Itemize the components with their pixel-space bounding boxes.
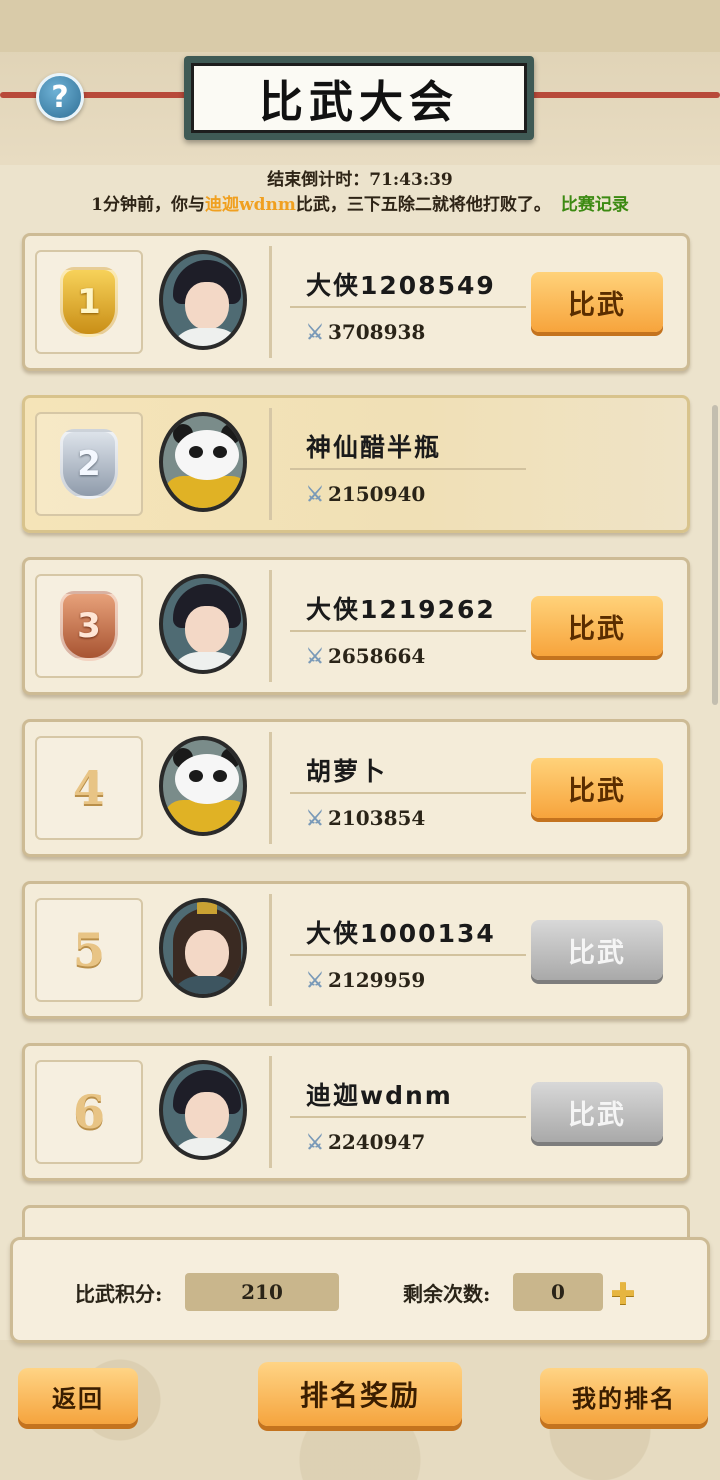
silver-medal-icon: 2 — [60, 429, 118, 499]
power-value: 2150940 — [327, 482, 426, 506]
combat-power: ⚔ 3708938 — [306, 320, 425, 344]
power-value: 2658664 — [327, 644, 426, 668]
challenge-button-disabled[interactable]: 比武 — [531, 1082, 663, 1142]
challenge-button[interactable]: 比武 — [531, 596, 663, 656]
player-card-self: 2 神仙醋半瓶 ⚔ 2150940 — [22, 395, 690, 533]
scrollbar[interactable] — [712, 405, 718, 705]
rank-reward-button[interactable]: 排名奖励 — [258, 1362, 462, 1426]
combat-power: ⚔ 2103854 — [306, 806, 425, 830]
crossed-swords-icon: ⚔ — [306, 968, 324, 992]
crossed-swords-icon: ⚔ — [306, 806, 324, 830]
gold-medal-icon: 1 — [60, 267, 118, 337]
header-band — [0, 0, 720, 52]
player-card: 4 胡萝卜 ⚔ 2103854 比武 — [22, 719, 690, 857]
crossed-swords-icon: ⚔ — [306, 482, 324, 506]
battle-notice: 1分钟前，你与迪迦wdnm比武，三下五除二就将他打败了。 比赛记录 — [0, 190, 720, 215]
power-value: 2129959 — [327, 968, 426, 992]
remaining-value: 0 — [513, 1273, 603, 1311]
stats-panel: 比武积分: 210 剩余次数: 0 ✚ — [10, 1237, 710, 1343]
divider — [290, 792, 526, 794]
rank-box: 6 — [35, 1060, 143, 1164]
avatar[interactable] — [159, 574, 247, 674]
combat-power: ⚔ 2129959 — [306, 968, 425, 992]
rank-number: 2 — [77, 444, 101, 484]
divider — [290, 954, 526, 956]
avatar[interactable] — [159, 1060, 247, 1160]
notice-prefix: 1分钟前，你与 — [91, 195, 205, 215]
power-value: 2103854 — [327, 806, 426, 830]
score-value: 210 — [185, 1273, 339, 1311]
divider — [290, 468, 526, 470]
rank-box: 5 — [35, 898, 143, 1002]
my-rank-button[interactable]: 我的排名 — [540, 1368, 708, 1424]
rank-box: 2 — [35, 412, 143, 516]
player-name: 胡萝卜 — [306, 757, 388, 786]
back-button[interactable]: 返回 — [18, 1368, 138, 1424]
help-button[interactable]: ? — [36, 73, 84, 121]
divider — [290, 306, 526, 308]
challenge-button[interactable]: 比武 — [531, 272, 663, 332]
rope-left — [0, 92, 200, 98]
divider — [290, 1116, 526, 1118]
divider — [290, 630, 526, 632]
rope-right — [520, 92, 720, 98]
crossed-swords-icon: ⚔ — [306, 1130, 324, 1154]
rank-box: 1 — [35, 250, 143, 354]
match-record-link[interactable]: 比赛记录 — [561, 195, 629, 215]
crossed-swords-icon: ⚔ — [306, 644, 324, 668]
crossed-swords-icon: ⚔ — [306, 320, 324, 344]
rank-number: 5 — [72, 923, 105, 977]
player-name: 大侠1219262 — [306, 595, 496, 624]
player-name: 迪迦wdnm — [306, 1081, 453, 1110]
power-value: 2240947 — [327, 1130, 426, 1154]
power-value: 3708938 — [327, 320, 426, 344]
challenge-button[interactable]: 比武 — [531, 758, 663, 818]
avatar[interactable] — [159, 898, 247, 998]
combat-power: ⚔ 2658664 — [306, 644, 425, 668]
player-name: 神仙醋半瓶 — [306, 433, 442, 462]
notice-opponent: 迪迦wdnm — [204, 195, 296, 215]
player-name: 大侠1208549 — [306, 271, 496, 300]
rank-number: 4 — [72, 761, 105, 815]
avatar[interactable] — [159, 412, 247, 512]
avatar[interactable] — [159, 736, 247, 836]
challenge-button-disabled[interactable]: 比武 — [531, 920, 663, 980]
avatar[interactable] — [159, 250, 247, 350]
player-card: 1 大侠1208549 ⚔ 3708938 比武 — [22, 233, 690, 371]
player-card: 6 迪迦wdnm ⚔ 2240947 比武 — [22, 1043, 690, 1181]
score-label: 比武积分: — [75, 1282, 163, 1306]
rank-number: 1 — [77, 282, 101, 322]
rank-box: 3 — [35, 574, 143, 678]
remaining-label: 剩余次数: — [403, 1282, 491, 1306]
player-card: 5 大侠1000134 ⚔ 2129959 比武 — [22, 881, 690, 1019]
combat-power: ⚔ 2240947 — [306, 1130, 425, 1154]
notice-suffix: 比武，三下五除二就将他打败了。 — [295, 195, 551, 215]
title-plate: 比武大会 — [184, 56, 534, 140]
add-attempts-plus-icon[interactable]: ✚ — [609, 1277, 637, 1312]
rank-box: 4 — [35, 736, 143, 840]
bronze-medal-icon: 3 — [60, 591, 118, 661]
player-name: 大侠1000134 — [306, 919, 496, 948]
rank-number: 6 — [72, 1085, 105, 1139]
rank-number: 3 — [77, 606, 101, 646]
page-title: 比武大会 — [191, 63, 527, 133]
countdown-timer: 结束倒计时：71:43:39 — [267, 170, 453, 190]
player-card: 3 大侠1219262 ⚔ 2658664 比武 — [22, 557, 690, 695]
combat-power: ⚔ 2150940 — [306, 482, 425, 506]
player-info: 神仙醋半瓶 ⚔ 2150940 — [269, 408, 689, 520]
